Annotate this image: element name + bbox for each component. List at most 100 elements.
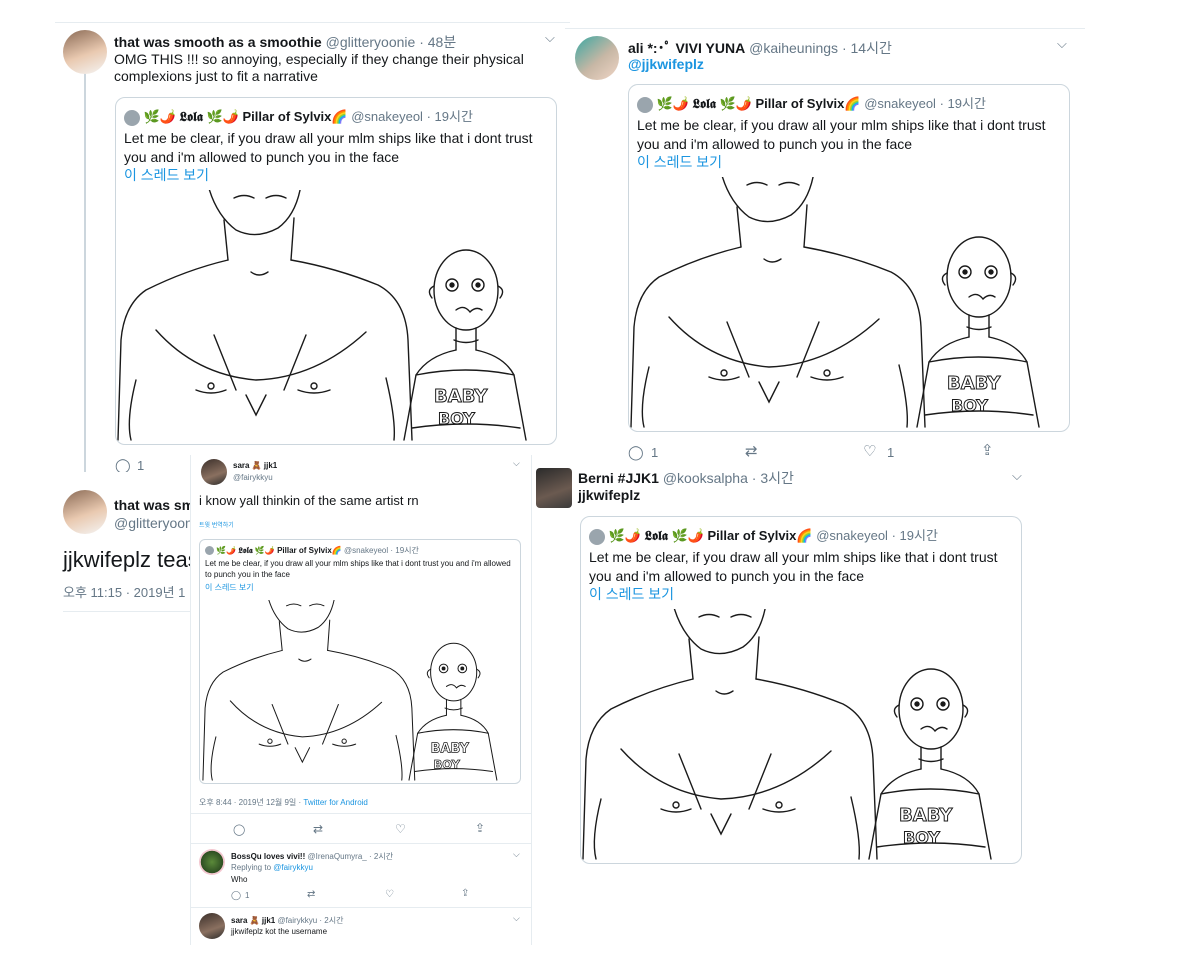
- quote-author-name[interactable]: Pillar of Sylvix🌈: [756, 96, 861, 111]
- quote-avatar: [637, 96, 653, 113]
- show-thread-link[interactable]: 이 스레드 보기: [124, 165, 209, 185]
- chevron-down-icon[interactable]: ⌵: [545, 30, 555, 46]
- tweet-panel-glitteryoonie-detail: that was smc @glitteryoon jjkwifeplz tea…: [55, 485, 195, 615]
- quote-author-name[interactable]: Pillar of Sylvix🌈: [277, 546, 342, 555]
- reply-author-handle[interactable]: @fairykkyu: [277, 916, 317, 925]
- retweet-icon[interactable]: ⇄: [313, 822, 323, 836]
- panel-top-border: [55, 22, 570, 23]
- reply-icon[interactable]: ◯: [628, 444, 644, 461]
- tweet-time[interactable]: 3시간: [760, 470, 794, 486]
- quote-handle: @snakeyeol: [351, 109, 423, 124]
- author-handle[interactable]: @glitteryoonie: [326, 34, 416, 50]
- retweet-icon[interactable]: ⇄: [745, 442, 758, 460]
- quoted-tweet[interactable]: 🌿🌶️ 𝕷𝖔𝖑𝖆 🌿🌶️ Pillar of Sylvix🌈 @snakeyeo…: [628, 84, 1070, 432]
- reply-author-handle[interactable]: @IrenaQumyra_: [307, 852, 366, 861]
- tweet-text: OMG THIS !!! so annoying, especially if …: [114, 51, 524, 84]
- heart-icon[interactable]: ♡: [863, 442, 876, 460]
- quote-emoji-name: 🌿🌶️ 𝕷𝖔𝖑𝖆 🌿🌶️: [143, 109, 239, 124]
- tweet-time[interactable]: 14시간: [851, 40, 892, 56]
- tweet-time[interactable]: 48분: [428, 34, 456, 50]
- chevron-down-icon[interactable]: ⌵: [513, 849, 520, 860]
- chevron-down-icon[interactable]: ⌵: [1057, 36, 1067, 52]
- shirt-text-baby: BABY: [899, 805, 953, 826]
- quote-author-name[interactable]: Pillar of Sylvix🌈: [243, 109, 348, 124]
- reply-icon[interactable]: ◯: [231, 890, 241, 901]
- reply-author-name[interactable]: BossQu loves vivi!!: [231, 852, 305, 861]
- show-thread-link[interactable]: 이 스레드 보기: [589, 584, 674, 604]
- shirt-text-boy: BOY: [438, 409, 475, 428]
- quote-handle: @snakeyeol: [864, 96, 936, 111]
- quoted-tweet[interactable]: 🌿🌶️ 𝕷𝖔𝖑𝖆 🌿🌶️ Pillar of Sylvix🌈 @snakeyeo…: [580, 516, 1022, 864]
- share-icon[interactable]: ⇪: [475, 821, 485, 835]
- quote-image[interactable]: BABY BOY: [200, 600, 520, 783]
- quote-header: 🌿🌶️ 𝕷𝖔𝖑𝖆 🌿🌶️ Pillar of Sylvix🌈 @snakeyeo…: [205, 545, 419, 556]
- quote-sep: ·: [939, 96, 944, 111]
- tweet-panel-kooksalpha: Berni #JJK1 @kooksalpha · 3시간 ⌵ jjkwifep…: [530, 462, 1030, 872]
- avatar[interactable]: [536, 468, 572, 508]
- quote-sep: ·: [426, 109, 431, 124]
- chevron-down-icon[interactable]: ⌵: [513, 458, 520, 469]
- quote-text: Let me be clear, if you draw all your ml…: [589, 549, 998, 584]
- author-name[interactable]: Berni #JJK1: [578, 470, 659, 486]
- tweet-text: i know yall thinkin of the same artist r…: [199, 493, 419, 508]
- avatar[interactable]: [63, 490, 107, 534]
- translate-link[interactable]: 트윗 번역하기: [199, 520, 234, 529]
- tweet-meta: 오후 8:44 · 2019년 12월 9일 · Twitter for And…: [199, 797, 368, 808]
- quote-avatar: [589, 528, 605, 545]
- mention-text[interactable]: jjkwifeplz: [578, 487, 640, 503]
- reply-count: 1: [245, 891, 250, 900]
- avatar[interactable]: [63, 30, 107, 74]
- tweet-header: ali *:･ﾟ VIVI YUNA @kaiheunings · 14시간: [628, 38, 892, 58]
- quote-header: 🌿🌶️ 𝕷𝖔𝖑𝖆 🌿🌶️ Pillar of Sylvix🌈 @snakeyeo…: [124, 106, 473, 126]
- reply-icon[interactable]: ◯: [233, 823, 245, 836]
- author-handle[interactable]: @kooksalpha: [663, 470, 748, 486]
- replying-prefix: Replying to: [231, 863, 274, 872]
- replying-handle[interactable]: @fairykkyu: [273, 863, 313, 872]
- reply-sep: ·: [319, 916, 323, 925]
- author-name[interactable]: ali *:･ﾟ VIVI YUNA: [628, 40, 745, 56]
- show-thread-link[interactable]: 이 스레드 보기: [205, 582, 254, 593]
- avatar[interactable]: [201, 459, 227, 485]
- share-icon[interactable]: ⇪: [981, 441, 994, 459]
- avatar[interactable]: [199, 913, 225, 939]
- author-name[interactable]: that was smc: [114, 497, 195, 513]
- quote-time: 19시간: [899, 528, 938, 543]
- reply-sep: ·: [368, 852, 372, 861]
- heart-icon[interactable]: ♡: [385, 889, 394, 900]
- quote-header: 🌿🌶️ 𝕷𝖔𝖑𝖆 🌿🌶️ Pillar of Sylvix🌈 @snakeyeo…: [637, 93, 986, 113]
- quote-author-name[interactable]: Pillar of Sylvix🌈: [708, 528, 813, 543]
- reply-header: sara 🧸 jjk1 @fairykkyu · 2시간: [231, 915, 343, 926]
- share-icon[interactable]: ⇪: [461, 888, 469, 899]
- quote-image[interactable]: BABY BOY: [581, 609, 1021, 863]
- divider: [191, 843, 531, 844]
- quoted-tweet[interactable]: 🌿🌶️ 𝕷𝖔𝖑𝖆 🌿🌶️ Pillar of Sylvix🌈 @snakeyeo…: [115, 97, 557, 445]
- tweet-header: Berni #JJK1 @kooksalpha · 3시간: [578, 468, 794, 488]
- author-handle[interactable]: @glitteryoon: [114, 515, 193, 531]
- shirt-text-boy: BOY: [903, 828, 940, 847]
- reply-author-name[interactable]: sara 🧸 jjk1: [231, 916, 275, 925]
- avatar[interactable]: [199, 849, 225, 875]
- author-name[interactable]: sara 🧸 jjk1: [233, 461, 277, 470]
- tweet-time-sep: ·: [841, 40, 847, 56]
- avatar[interactable]: [575, 36, 619, 80]
- shirt-text-boy: BOY: [951, 396, 988, 415]
- retweet-icon[interactable]: ⇄: [307, 889, 315, 900]
- reply-icon[interactable]: ◯: [115, 457, 131, 472]
- quote-image[interactable]: BABY BOY: [116, 190, 556, 444]
- chevron-down-icon[interactable]: ⌵: [1012, 468, 1022, 484]
- author-handle[interactable]: @kaiheunings: [749, 40, 838, 56]
- quote-text: Let me be clear, if you draw all your ml…: [124, 130, 533, 165]
- author-handle[interactable]: @fairykkyu: [233, 473, 273, 482]
- chevron-down-icon[interactable]: ⌵: [513, 913, 520, 924]
- quoted-tweet[interactable]: 🌿🌶️ 𝕷𝖔𝖑𝖆 🌿🌶️ Pillar of Sylvix🌈 @snakeyeo…: [199, 539, 521, 784]
- source-link[interactable]: Twitter for Android: [303, 798, 367, 807]
- quote-image[interactable]: BABY BOY: [629, 177, 1069, 431]
- mention-link[interactable]: @jjkwifeplz: [628, 56, 704, 72]
- heart-icon[interactable]: ♡: [395, 822, 406, 836]
- reply-time: 2시간: [324, 916, 344, 925]
- quote-time: 19시간: [395, 546, 419, 555]
- shirt-text-boy: BOY: [433, 758, 460, 772]
- author-name[interactable]: that was smooth as a smoothie: [114, 34, 322, 50]
- quote-sep: ·: [891, 528, 896, 543]
- show-thread-link[interactable]: 이 스레드 보기: [637, 152, 722, 172]
